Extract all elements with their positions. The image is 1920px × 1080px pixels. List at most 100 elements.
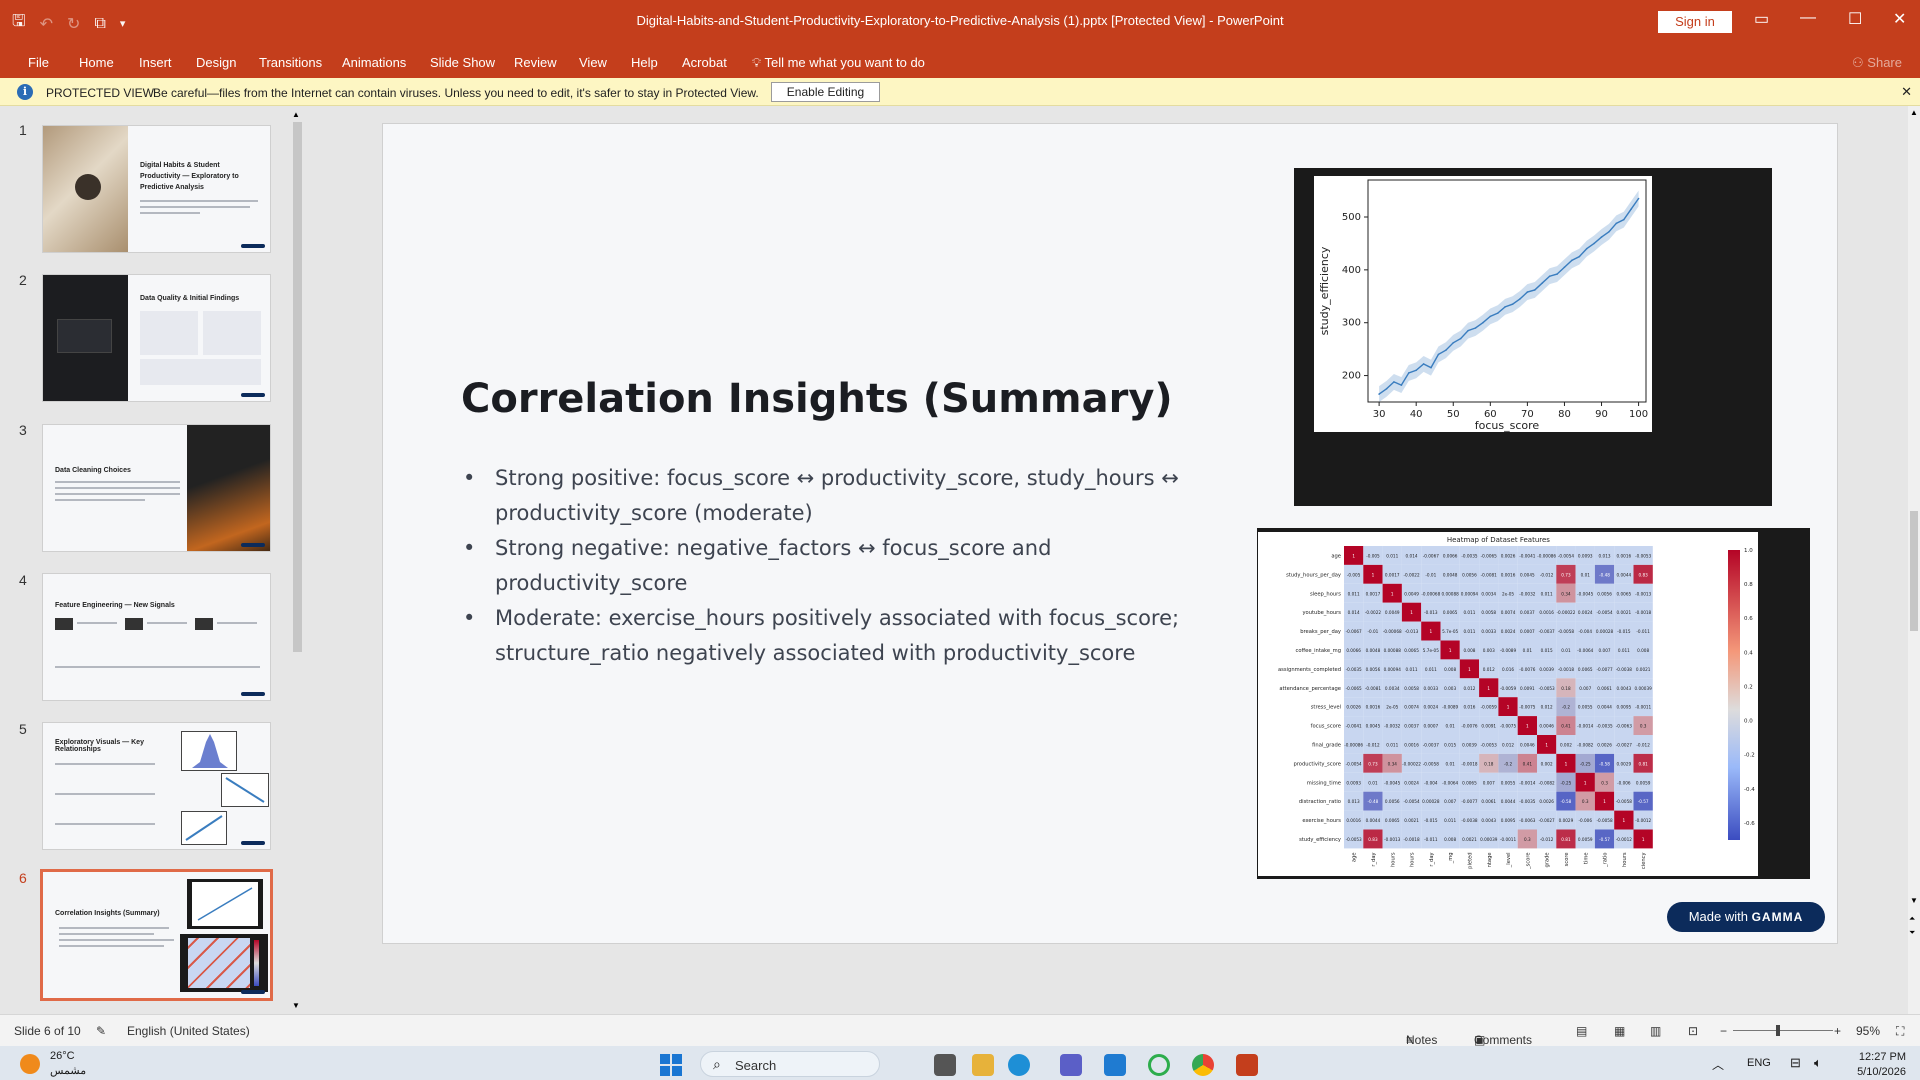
line-chart-image[interactable]: 30 40 50 60 70 80 90 100 200 300 400 500 focus_score…	[1294, 168, 1772, 506]
heatmap-cell-label: -0.015	[1424, 818, 1438, 823]
heatmap-cell-label: -0.0032	[1384, 724, 1400, 729]
share-button[interactable]: ⚇ Share	[1852, 55, 1902, 71]
tab-view[interactable]: View	[579, 55, 607, 70]
task-view-icon[interactable]	[934, 1054, 956, 1076]
heatmap-col-label: _level	[1506, 852, 1512, 868]
powerpoint-icon[interactable]	[1236, 1054, 1258, 1076]
heatmap-cell-label: 0.01	[1581, 572, 1591, 577]
slide-sorter-icon[interactable]: ▦	[1614, 1024, 1625, 1038]
scroll-down-icon[interactable]: ▼	[1910, 896, 1918, 905]
network-icon[interactable]: ⊟	[1790, 1055, 1801, 1071]
heatmap-cell-label: 0.0024	[1424, 705, 1439, 710]
taskbar-search[interactable]: ⌕ Search	[700, 1051, 880, 1077]
vscode-icon[interactable]	[1104, 1054, 1126, 1076]
slide-thumbnail-6[interactable]: Correlation Insights (Summary)	[40, 869, 273, 1001]
chrome-icon[interactable]	[1192, 1054, 1214, 1076]
tab-insert[interactable]: Insert	[139, 55, 172, 70]
maximize-button[interactable]: ☐	[1848, 9, 1862, 29]
slide-thumbnail-5[interactable]: Exploratory Visuals — Key Relationships	[42, 722, 271, 850]
tab-transitions[interactable]: Transitions	[259, 55, 322, 70]
slide-thumbnail-4[interactable]: Feature Engineering — New Signals	[42, 573, 271, 701]
file-explorer-icon[interactable]	[972, 1054, 994, 1076]
scrollbar-thumb[interactable]	[293, 122, 302, 652]
heatmap-image[interactable]: Heatmap of Dataset Features 1 -0.005 0.011 0…	[1257, 528, 1810, 879]
slide-canvas[interactable]: Correlation Insights (Summary) Strong po…	[382, 123, 1838, 944]
heatmap-cell-label: 0.00088	[1441, 591, 1459, 596]
enable-editing-button[interactable]: Enable Editing	[771, 82, 880, 102]
slide-thumbnail-3[interactable]: Data Cleaning Choices	[42, 424, 271, 552]
weather-temp[interactable]: 26°C	[50, 1050, 75, 1062]
heatmap-cell-label: 0.00039	[1480, 837, 1498, 842]
teams-icon[interactable]	[1060, 1054, 1082, 1076]
heatmap-cell-label: 0.003	[1483, 648, 1495, 653]
thumbnail-badge	[241, 393, 265, 397]
tab-review[interactable]: Review	[514, 55, 557, 70]
windows-start-icon[interactable]	[660, 1054, 682, 1076]
normal-view-icon[interactable]: ▤	[1576, 1024, 1587, 1038]
slide-thumbnail-1[interactable]: Digital Habits & Student Productivity — …	[42, 125, 271, 253]
sign-in-button[interactable]: Sign in	[1658, 11, 1732, 33]
heatmap-cell-label: 0.011	[1425, 667, 1437, 672]
data-point	[1407, 372, 1410, 374]
made-with-gamma-badge[interactable]: Made with GAMMA	[1667, 902, 1825, 932]
heatmap-cell-label: -0.0089	[1442, 705, 1458, 710]
tab-animations[interactable]: Animations	[342, 55, 406, 70]
slideshow-icon[interactable]: ⊡	[1688, 1024, 1698, 1038]
tray-chevron-icon[interactable]: ︿	[1712, 1056, 1724, 1073]
close-button[interactable]: ✕	[1893, 9, 1906, 29]
heatmap-row-label: distraction_ratio	[1299, 799, 1341, 805]
heatmap-cell-label: 0.0016	[1404, 742, 1419, 747]
slide-scrollbar[interactable]: ▲ ▼ ⏶ ⏷	[1908, 106, 1920, 1014]
tell-me-search[interactable]: 💡︎ Tell me what you want to do	[752, 55, 925, 71]
tab-acrobat[interactable]: Acrobat	[682, 55, 727, 70]
thumbnail-text-line	[55, 793, 155, 795]
fit-slide-icon[interactable]: ⛶	[1896, 1024, 1904, 1039]
minimize-button[interactable]: —	[1800, 9, 1816, 27]
edge-icon[interactable]	[1008, 1054, 1030, 1076]
clock[interactable]: 12:27 PM 5/10/2026	[1857, 1050, 1906, 1080]
scroll-up-icon[interactable]: ▲	[292, 110, 300, 119]
heatmap-cell-label: 0.0044	[1617, 572, 1632, 577]
zoom-out-icon[interactable]: −	[1720, 1024, 1727, 1038]
heatmap-cell-label: -0.0081	[1481, 572, 1497, 577]
language-indicator[interactable]: English (United States)	[127, 1024, 250, 1038]
tab-slide-show[interactable]: Slide Show	[430, 55, 495, 70]
heatmap-cell-label: -0.0054	[1403, 799, 1419, 804]
slide-thumbnail-2[interactable]: Data Quality & Initial Findings	[42, 274, 271, 402]
previous-slide-icon[interactable]: ⏶	[1909, 914, 1915, 924]
heatmap-cell-label: 0.0024	[1404, 780, 1419, 785]
zoom-in-icon[interactable]: +	[1834, 1024, 1841, 1038]
scroll-down-icon[interactable]: ▼	[292, 1001, 300, 1010]
heatmap-cell-label: 0.3	[1640, 724, 1647, 729]
tab-design[interactable]: Design	[196, 55, 236, 70]
close-icon[interactable]: ✕	[1901, 84, 1912, 100]
scrollbar-thumb[interactable]	[1910, 511, 1918, 631]
sun-icon[interactable]	[20, 1054, 40, 1074]
next-slide-icon[interactable]: ⏷	[1909, 928, 1915, 938]
heatmap-cell-label: 0.34	[1388, 761, 1398, 766]
scroll-up-icon[interactable]: ▲	[1910, 108, 1918, 117]
input-language[interactable]: ENG	[1747, 1057, 1771, 1069]
weather-condition[interactable]: مشمس	[50, 1064, 86, 1077]
zoom-slider-thumb[interactable]	[1776, 1025, 1780, 1036]
thumbnail-text-line	[77, 622, 117, 624]
accessibility-icon[interactable]: ✎	[96, 1024, 106, 1038]
slide-title[interactable]: Correlation Insights (Summary)	[461, 376, 1173, 422]
heatmap-cell-label: -0.01	[1368, 629, 1379, 634]
heatmap-cell-label: -0.013	[1405, 629, 1419, 634]
heatmap-cell-label: 0.0017	[1385, 572, 1400, 577]
ribbon-display-icon[interactable]: ▭	[1754, 9, 1769, 29]
zoom-level[interactable]: 95%	[1856, 1024, 1880, 1038]
tab-help[interactable]: Help	[631, 55, 658, 70]
tab-home[interactable]: Home	[79, 55, 114, 70]
heatmap-cell-label: -0.0013	[1635, 591, 1651, 596]
bullet-list[interactable]: Strong positive: focus_score ↔ productiv…	[461, 461, 1201, 671]
zoom-slider[interactable]	[1733, 1030, 1833, 1031]
thumbnail-scrollbar[interactable]: ▲ ▼	[290, 110, 304, 1010]
app-ring-icon[interactable]	[1148, 1054, 1170, 1076]
tab-file[interactable]: File	[28, 55, 49, 70]
volume-icon[interactable]: 🔈︎	[1814, 1055, 1822, 1071]
heatmap-cell-label: -0.00086	[1344, 742, 1363, 747]
reading-view-icon[interactable]: ▥	[1650, 1024, 1661, 1038]
heatmap-cell-label: 1	[1545, 742, 1548, 747]
